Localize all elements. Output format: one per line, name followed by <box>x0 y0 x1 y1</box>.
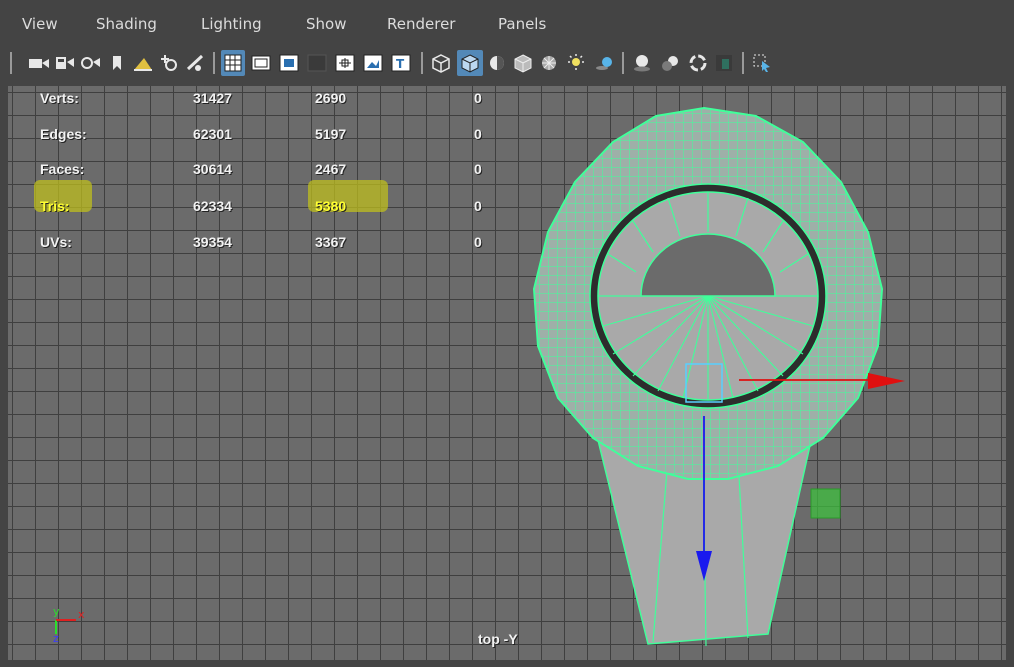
depth-of-field-icon[interactable] <box>712 50 736 76</box>
hud-value: 30614 <box>193 161 232 177</box>
resolution-gate-icon[interactable] <box>277 50 301 76</box>
menu-show[interactable]: Show <box>306 15 346 33</box>
motion-blur-icon[interactable] <box>658 50 682 76</box>
hud-value: 31427 <box>193 90 232 106</box>
panel-menu-bar: View Shading Lighting Show Renderer Pane… <box>8 8 1006 39</box>
hud-value: 0 <box>474 90 482 106</box>
camera-icon[interactable] <box>28 50 50 76</box>
wireframe-icon[interactable] <box>429 50 453 76</box>
axis-label-y: y <box>53 605 60 618</box>
axis-label-z: z <box>53 632 59 644</box>
safe-action-icon[interactable] <box>361 50 385 76</box>
xray-joints-icon[interactable] <box>538 50 560 76</box>
camera-attrs-icon[interactable] <box>54 50 76 76</box>
hud-value: 0 <box>474 198 482 214</box>
menu-renderer[interactable]: Renderer <box>387 15 455 33</box>
gate-mask-icon[interactable] <box>305 50 329 76</box>
svg-text:T: T <box>396 57 405 71</box>
default-light-icon[interactable] <box>564 50 588 76</box>
screen-space-ao-icon[interactable] <box>630 50 654 76</box>
toolbar-separator <box>622 52 624 74</box>
hud-value: 0 <box>474 161 482 177</box>
isolate-select-icon[interactable] <box>750 50 774 76</box>
toolbar-separator <box>421 52 423 74</box>
paint-icon[interactable] <box>184 50 206 76</box>
toolbar-separator <box>742 52 744 74</box>
hud-value: 2467 <box>315 161 347 177</box>
hud-value: 0 <box>474 234 482 250</box>
menu-lighting[interactable]: Lighting <box>201 15 262 33</box>
toolbar-separator <box>10 52 12 74</box>
menu-view[interactable]: View <box>22 15 58 33</box>
hud-label-uvs: UVs: <box>40 234 72 250</box>
hud-value-tris-selected: 5380 <box>315 198 347 214</box>
axis-label-x: x <box>78 608 85 621</box>
pan-icon[interactable] <box>158 50 180 76</box>
camera-name-label: top -Y <box>478 631 518 647</box>
view-axis-indicator: y x z <box>53 605 85 644</box>
hud-value: 3367 <box>315 234 347 250</box>
viewport-panel: View Shading Lighting Show Renderer Pane… <box>0 0 1014 667</box>
wireframe-on-shaded-icon[interactable] <box>486 50 508 76</box>
bookmark-icon[interactable] <box>108 50 126 76</box>
hud-value: 62334 <box>193 198 232 214</box>
panel-toolbar: T <box>8 38 1006 86</box>
camera-lock-icon[interactable] <box>80 50 102 76</box>
x-arrow-head[interactable] <box>868 373 905 389</box>
hud-value: 39354 <box>193 234 232 250</box>
y-plane-handle[interactable] <box>810 488 841 519</box>
hud-label-verts: Verts: <box>40 90 79 106</box>
3d-viewport[interactable]: Verts: 31427 2690 0 Edges: 62301 5197 0 … <box>8 86 1006 660</box>
toolbar-separator <box>213 52 215 74</box>
hud-value: 5197 <box>315 126 347 142</box>
hud-value: 2690 <box>315 90 347 106</box>
hud-label-faces: Faces: <box>40 161 85 177</box>
safe-title-icon[interactable]: T <box>389 50 413 76</box>
shadows-icon[interactable] <box>592 50 616 76</box>
hud-value: 62301 <box>193 126 232 142</box>
grid-toggle-icon[interactable] <box>221 50 245 76</box>
hud-value: 0 <box>474 126 482 142</box>
mesh-geometry[interactable] <box>8 86 1006 660</box>
xray-icon[interactable] <box>512 50 534 76</box>
smooth-shade-icon[interactable] <box>457 50 483 76</box>
image-plane-icon[interactable] <box>132 50 154 76</box>
hud-label-edges: Edges: <box>40 126 87 142</box>
hud-label-tris: Tris: <box>40 198 70 214</box>
menu-panels[interactable]: Panels <box>498 15 546 33</box>
menu-shading[interactable]: Shading <box>96 15 157 33</box>
film-gate-icon[interactable] <box>249 50 273 76</box>
field-chart-icon[interactable] <box>333 50 357 76</box>
anti-alias-icon[interactable] <box>686 50 710 76</box>
